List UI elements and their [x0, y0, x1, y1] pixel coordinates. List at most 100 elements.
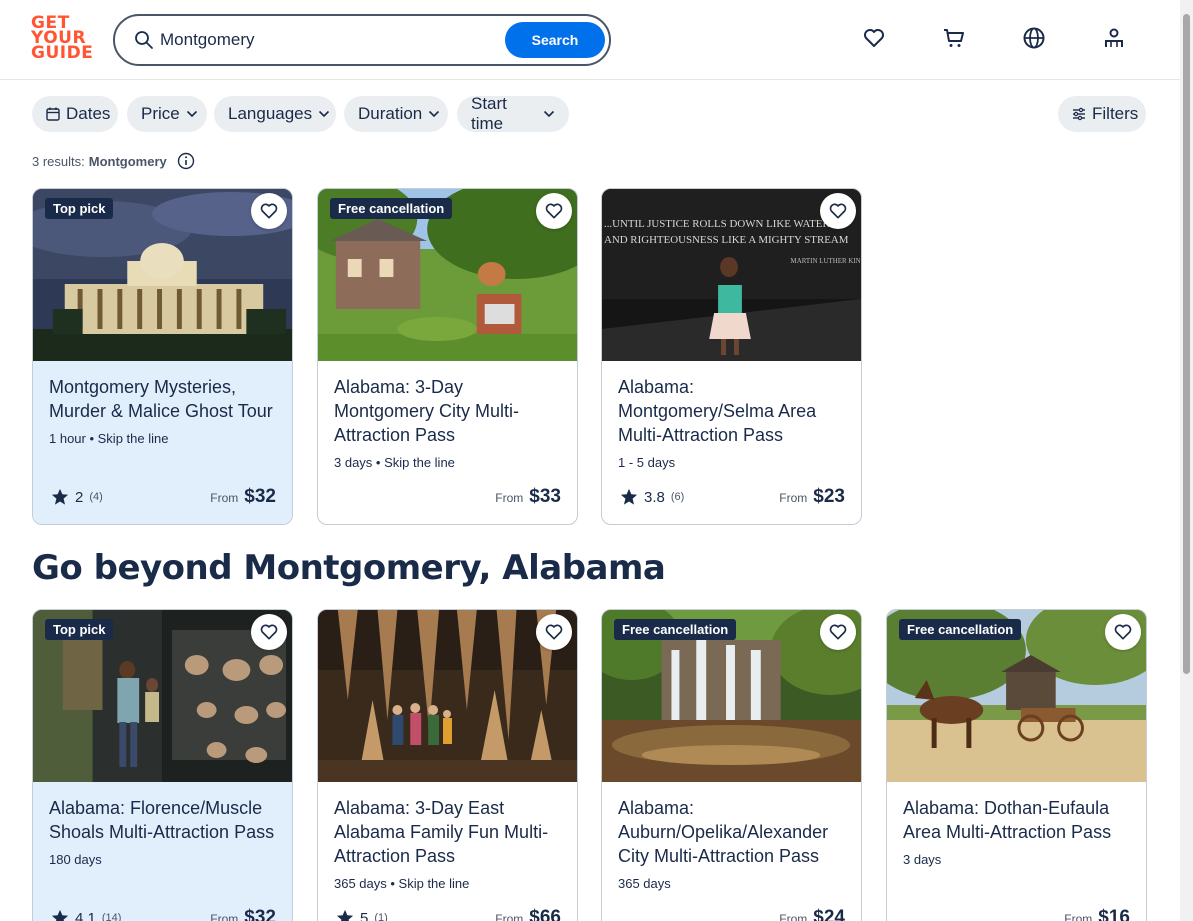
- heart-icon: [545, 203, 563, 219]
- search-button[interactable]: Search: [505, 22, 605, 58]
- activity-card[interactable]: Free cancellation Alabama: 3-Day Montgom…: [317, 188, 578, 525]
- review-count: (6): [670, 491, 685, 503]
- chevron-down-icon: [186, 110, 197, 118]
- calendar-icon: [46, 107, 60, 121]
- card-price: From $24: [779, 907, 845, 921]
- filters-label: Filters: [1092, 104, 1139, 123]
- start-time-filter[interactable]: Start time: [457, 94, 569, 133]
- review-count: (4): [89, 491, 103, 503]
- activity-card[interactable]: Alabama: 3-Day East Alabama Family Fun M…: [317, 609, 578, 921]
- price-amount: $33: [529, 486, 561, 507]
- header: GET YOUR GUIDE Search: [0, 0, 1180, 80]
- chevron-down-icon: [319, 110, 330, 118]
- price-amount: $24: [813, 907, 845, 921]
- price-filter[interactable]: Price: [127, 96, 207, 132]
- search-bar: Search: [113, 14, 611, 66]
- price-from-label: From: [779, 912, 808, 921]
- card-title[interactable]: Alabama: 3-Day East Alabama Family Fun M…: [334, 796, 561, 868]
- card-meta: 180 days: [49, 852, 102, 867]
- price-amount: $23: [813, 486, 845, 507]
- results-summary: 3 results: Montgomery: [32, 152, 195, 170]
- search-icon: [135, 31, 153, 49]
- rating-value: 3.8: [644, 488, 665, 506]
- image-quote-attribution: MARTIN LUTHER KING: [791, 257, 861, 265]
- card-body: Alabama: Dothan-Eufaula Area Multi-Attra…: [887, 782, 1146, 921]
- activity-image: Free cancellation: [602, 610, 861, 782]
- card-body: Alabama: Florence/Muscle Shoals Multi-At…: [33, 782, 292, 921]
- globe-icon[interactable]: [1022, 26, 1046, 50]
- info-icon[interactable]: [177, 152, 195, 170]
- results-query: Montgomery: [88, 153, 167, 169]
- activity-image: Free cancellation: [887, 610, 1146, 782]
- activity-card[interactable]: Top pick Montgomery Mysteries, Murder & …: [32, 188, 293, 525]
- wishlist-button[interactable]: [820, 614, 856, 650]
- profile-icon[interactable]: [1102, 26, 1126, 50]
- card-price: From $32: [210, 907, 276, 921]
- wishlist-button[interactable]: [820, 193, 856, 229]
- card-rating: 3.8 (6): [620, 488, 684, 506]
- card-title[interactable]: Alabama: Florence/Muscle Shoals Multi-At…: [49, 796, 276, 844]
- heart-icon[interactable]: [862, 26, 886, 50]
- rating-value: 4.1: [75, 909, 96, 921]
- card-price: From $16: [1064, 907, 1130, 921]
- duration-filter[interactable]: Duration: [344, 96, 448, 132]
- duration-label: Duration: [358, 104, 423, 123]
- card-body: Montgomery Mysteries, Murder & Malice Gh…: [33, 361, 292, 524]
- activity-card[interactable]: Free cancellation Alabama: Dothan-Eufaul…: [886, 609, 1147, 921]
- card-price: From $66: [495, 907, 561, 921]
- star-icon: [336, 909, 354, 921]
- start-time-label: Start time: [471, 94, 507, 133]
- review-count: (14): [101, 912, 122, 921]
- price-from-label: From: [1064, 912, 1093, 921]
- card-meta: 1 hour • Skip the line: [49, 431, 169, 446]
- image-quote-line-2: AND RIGHTEOUSNESS LIKE A MIGHTY STREAM: [604, 234, 849, 246]
- scrollbar[interactable]: [1180, 0, 1193, 921]
- card-price: From $32: [210, 486, 276, 508]
- card-meta: 3 days: [903, 852, 942, 867]
- wishlist-button[interactable]: [536, 193, 572, 229]
- star-icon: [51, 488, 69, 505]
- scrollbar-thumb[interactable]: [1183, 14, 1190, 674]
- card-body: Alabama: Auburn/Opelika/Alexander City M…: [602, 782, 861, 921]
- activity-card[interactable]: Free cancellation Alabama: Auburn/Opelik…: [601, 609, 862, 921]
- activity-card[interactable]: Top pick Alabama: Florence/Muscle Shoals…: [32, 609, 293, 921]
- heart-icon: [1114, 624, 1132, 640]
- card-body: Alabama: 3-Day Montgomery City Multi-Att…: [318, 361, 577, 524]
- review-count: (1): [374, 912, 388, 921]
- getyourguide-logo[interactable]: GET YOUR GUIDE: [31, 15, 93, 64]
- activity-image: Top pick: [33, 610, 292, 782]
- top-pick-badge: Top pick: [45, 619, 114, 640]
- card-meta: 3 days • Skip the line: [334, 455, 455, 470]
- search-input[interactable]: [160, 26, 500, 54]
- price-amount: $32: [244, 486, 276, 507]
- price-label: Price: [141, 104, 180, 123]
- wishlist-button[interactable]: [536, 614, 572, 650]
- card-title[interactable]: Alabama: Auburn/Opelika/Alexander City M…: [618, 796, 845, 868]
- wishlist-button[interactable]: [1105, 614, 1141, 650]
- card-title[interactable]: Montgomery Mysteries, Murder & Malice Gh…: [49, 375, 276, 423]
- cart-icon[interactable]: [942, 26, 966, 50]
- card-title[interactable]: Alabama: Dothan-Eufaula Area Multi-Attra…: [903, 796, 1130, 844]
- results-count: 3 results:: [32, 153, 85, 169]
- price-amount: $16: [1098, 907, 1130, 921]
- activity-card[interactable]: ...UNTIL JUSTICE ROLLS DOWN LIKE WATERS …: [601, 188, 862, 525]
- card-meta: 365 days • Skip the line: [334, 876, 470, 891]
- heart-icon: [829, 624, 847, 640]
- dates-filter[interactable]: Dates: [32, 96, 118, 132]
- card-rating: 4.1 (14): [51, 909, 121, 921]
- price-from-label: From: [210, 912, 239, 921]
- wishlist-button[interactable]: [251, 193, 287, 229]
- card-body: Alabama: Montgomery/Selma Area Multi-Att…: [602, 361, 861, 524]
- card-title[interactable]: Alabama: 3-Day Montgomery City Multi-Att…: [334, 375, 561, 447]
- filters-button[interactable]: Filters: [1058, 96, 1146, 132]
- free-cancellation-badge: Free cancellation: [899, 619, 1022, 640]
- activity-image: Free cancellation: [318, 189, 577, 361]
- price-amount: $32: [244, 907, 276, 921]
- languages-filter[interactable]: Languages: [214, 96, 336, 132]
- activity-image: ...UNTIL JUSTICE ROLLS DOWN LIKE WATERS …: [602, 189, 861, 361]
- card-title[interactable]: Alabama: Montgomery/Selma Area Multi-Att…: [618, 375, 845, 447]
- price-from-label: From: [779, 491, 808, 505]
- wishlist-button[interactable]: [251, 614, 287, 650]
- section-title: Go beyond Montgomery, Alabama: [32, 548, 666, 588]
- price-amount: $66: [529, 907, 561, 921]
